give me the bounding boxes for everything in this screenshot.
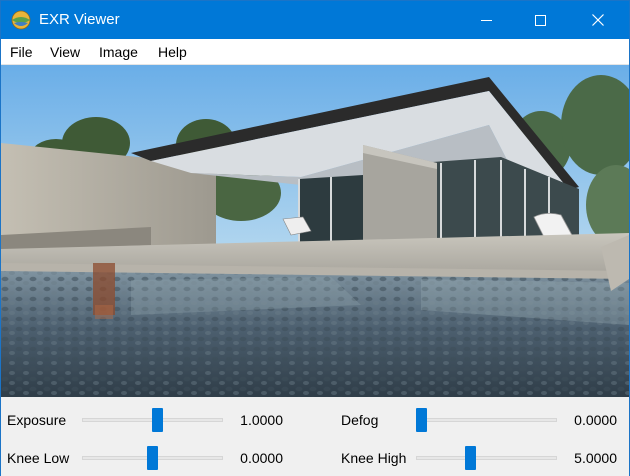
globe-app-icon [11, 10, 31, 30]
minimize-icon [480, 19, 492, 21]
menu-image[interactable]: Image [99, 44, 138, 60]
exposure-slider[interactable] [82, 406, 223, 432]
menu-view[interactable]: View [50, 44, 80, 60]
slider-track [416, 418, 557, 422]
slider-thumb[interactable] [416, 408, 427, 432]
defog-slider[interactable] [416, 406, 557, 432]
tone-controls-panel: Exposure 1.0000 Defog 0.0000 Knee Low 0.… [1, 397, 629, 476]
maximize-icon [534, 14, 546, 26]
title-bar[interactable]: EXR Viewer [1, 1, 629, 39]
slider-track [416, 456, 557, 460]
menu-help[interactable]: Help [158, 44, 187, 60]
knee-high-slider[interactable] [416, 444, 557, 470]
knee-low-label: Knee Low [7, 450, 70, 466]
defog-value: 0.0000 [574, 412, 617, 428]
close-icon [592, 14, 604, 26]
exr-viewer-window: EXR Viewer File View Image Help Exposure… [0, 0, 630, 476]
knee-high-value: 5.0000 [574, 450, 617, 466]
exposure-label: Exposure [7, 412, 67, 428]
exposure-value: 1.0000 [240, 412, 283, 428]
window-title: EXR Viewer [39, 11, 120, 28]
slider-thumb[interactable] [147, 446, 158, 470]
image-viewport[interactable] [1, 65, 629, 397]
defog-label: Defog [341, 412, 379, 428]
knee-low-slider[interactable] [82, 444, 223, 470]
slider-thumb[interactable] [152, 408, 163, 432]
minimize-button[interactable] [463, 1, 509, 39]
menu-bar: File View Image Help [1, 39, 629, 65]
knee-low-value: 0.0000 [240, 450, 283, 466]
exr-render-image [1, 65, 629, 397]
close-button[interactable] [575, 1, 621, 39]
maximize-button[interactable] [517, 1, 563, 39]
slider-thumb[interactable] [465, 446, 476, 470]
menu-file[interactable]: File [10, 44, 33, 60]
knee-high-label: Knee High [341, 450, 407, 466]
